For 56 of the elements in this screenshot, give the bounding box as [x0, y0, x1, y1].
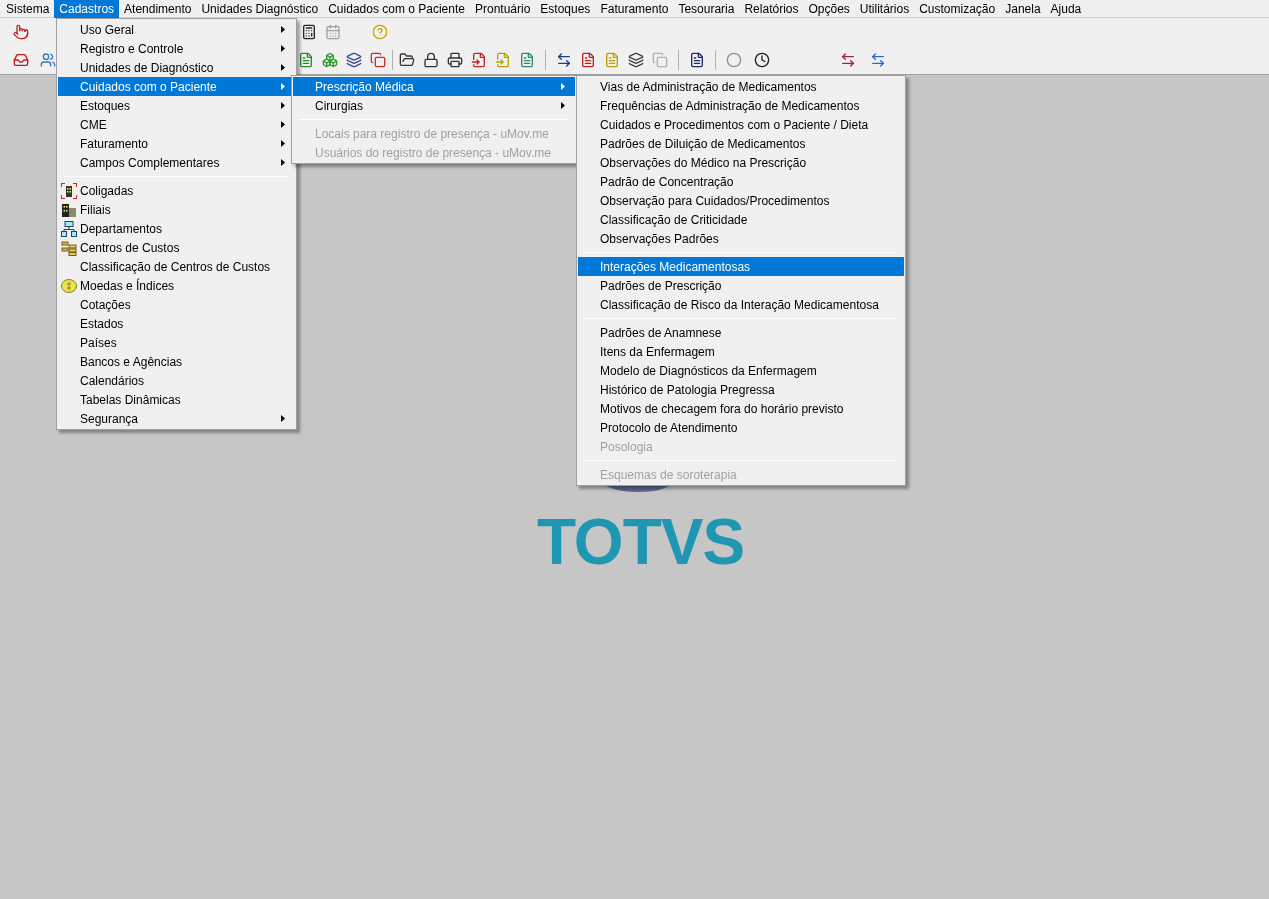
menu-item[interactable]: Histórico de Patologia Pregressa — [578, 380, 904, 399]
menu-item[interactable]: Registro e Controle — [58, 39, 295, 58]
menu-item[interactable]: Tabelas Dinâmicas — [58, 390, 295, 409]
menu-item[interactable]: Cotações — [58, 295, 295, 314]
menu-bar-item[interactable]: Cuidados com o Paciente — [323, 0, 470, 18]
menu-item[interactable]: Estoques — [58, 96, 295, 115]
menu-item[interactable]: Classificação de Criticidade — [578, 210, 904, 229]
menu-bar-item[interactable]: Atendimento — [119, 0, 197, 18]
menu-bar-item[interactable]: Utilitários — [854, 0, 915, 18]
menu-bar-item[interactable]: Opções — [803, 0, 855, 18]
menu-bar-item[interactable]: Relatórios — [739, 0, 804, 18]
menu-item[interactable]: Bancos e Agências — [58, 352, 295, 371]
menu-item[interactable]: Calendários — [58, 371, 295, 390]
menu-item[interactable]: Itens da Enfermagem — [578, 342, 904, 361]
menu-item[interactable]: Protocolo de Atendimento — [578, 418, 904, 437]
menu-item[interactable]: Classificação de Centros de Custos — [58, 257, 295, 276]
menu-item[interactable]: Filiais — [58, 200, 295, 219]
menu-bar-item[interactable]: Prontuário — [469, 0, 536, 18]
menu-bar-item[interactable]: Ajuda — [1045, 0, 1087, 18]
menu-bar-item[interactable]: Unidades Diagnóstico — [196, 0, 324, 18]
menu-item[interactable]: Departamentos — [58, 219, 295, 238]
menu-item[interactable]: Padrão de Concentração — [578, 172, 904, 191]
menu-item[interactable]: Prescrição Médica — [293, 77, 575, 96]
menu-item[interactable]: Estados — [58, 314, 295, 333]
menu-bar-item[interactable]: Estoques — [535, 0, 596, 18]
menu-item[interactable]: Faturamento — [58, 134, 295, 153]
menu-bar-item[interactable]: Tesouraria — [673, 0, 740, 18]
menu-item[interactable]: Campos Complementares — [58, 153, 295, 172]
menu-item[interactable]: CME — [58, 115, 295, 134]
menu-item[interactable]: Observação para Cuidados/Procedimentos — [578, 191, 904, 210]
menu-item[interactable]: Uso Geral — [58, 20, 295, 39]
menu-bar-item[interactable]: Sistema — [1, 0, 55, 18]
menu-item[interactable]: Cirurgias — [293, 96, 575, 115]
menu-item[interactable]: Frequências de Administração de Medicamentos — [578, 96, 904, 115]
menu-item[interactable]: Coligadas — [58, 181, 295, 200]
menu-item[interactable]: Interações Medicamentosas — [578, 257, 904, 276]
menu-item[interactable]: Vias de Administração de Medicamentos — [578, 77, 904, 96]
menu-bar-item[interactable]: Customização — [914, 0, 1001, 18]
menu-item[interactable]: Observações do Médico na Prescrição — [578, 153, 904, 172]
menu-item[interactable]: Observações Padrões — [578, 229, 904, 248]
menu-item[interactable]: Padrões de Anamnese — [578, 323, 904, 342]
menu-item[interactable]: Motivos de checagem fora do horário previsto — [578, 399, 904, 418]
menu-bar-item[interactable]: Cadastros — [54, 0, 120, 18]
logo-text: TOTVS — [536, 510, 745, 574]
menu-item[interactable]: Segurança — [58, 409, 295, 428]
menu-item[interactable]: Cuidados e Procedimentos com o Paciente / Dieta — [578, 115, 904, 134]
menu-bar-item[interactable]: Janela — [1000, 0, 1046, 18]
menu-item[interactable]: Classificação de Risco da Interação Medicamentosa — [578, 295, 904, 314]
menu-item[interactable]: Padrões de Prescrição — [578, 276, 904, 295]
menu-item[interactable]: Padrões de Diluição de Medicamentos — [578, 134, 904, 153]
menu-item[interactable]: Moedas e Índices — [58, 276, 295, 295]
menu-item[interactable]: Países — [58, 333, 295, 352]
menu-item[interactable]: Centros de Custos — [58, 238, 295, 257]
menu-item[interactable]: Unidades de Diagnóstico — [58, 58, 295, 77]
menu-bar-item[interactable]: Faturamento — [595, 0, 674, 18]
menu-item[interactable]: Modelo de Diagnósticos da Enfermagem — [578, 361, 904, 380]
